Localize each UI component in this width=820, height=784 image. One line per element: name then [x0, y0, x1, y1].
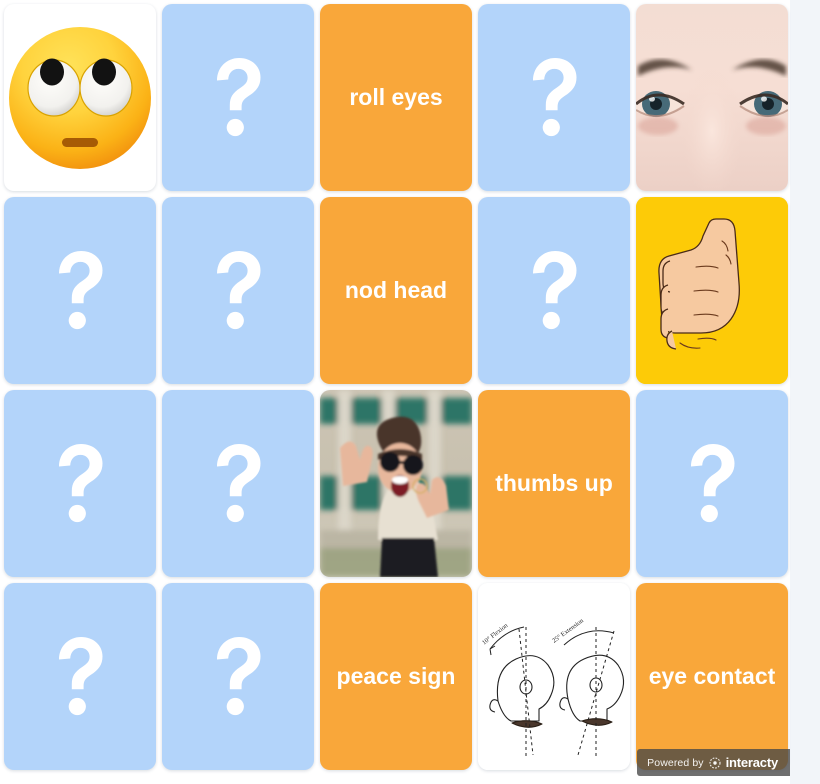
memory-card-c13[interactable] [320, 390, 472, 577]
memory-card-c19[interactable]: 10° Flexion 25° Extension [478, 583, 630, 770]
question-mark-icon [162, 4, 314, 191]
peace-sign-woman-photo [320, 390, 472, 577]
question-mark-icon [162, 197, 314, 384]
question-mark-icon [4, 197, 156, 384]
memory-card-c18[interactable]: peace sign [320, 583, 472, 770]
memory-card-c17[interactable] [162, 583, 314, 770]
rolling-eyes-emoji [9, 27, 151, 169]
game-board: roll eyes nod head thumbs up peace sign 10° … [0, 0, 790, 784]
question-mark-icon [162, 390, 314, 577]
memory-card-label: thumbs up [495, 470, 613, 497]
memory-card-c6[interactable] [4, 197, 156, 384]
interacty-logo-icon [709, 756, 721, 769]
memory-card-c11[interactable] [4, 390, 156, 577]
memory-card-label: nod head [344, 277, 448, 304]
powered-by-badge[interactable]: Powered by interacty [637, 749, 790, 776]
memory-card-c9[interactable] [478, 197, 630, 384]
memory-card-c1[interactable] [4, 4, 156, 191]
memory-card-c10[interactable] [636, 197, 788, 384]
memory-card-c20[interactable]: eye contact [636, 583, 788, 770]
memory-card-c5[interactable] [636, 4, 788, 191]
memory-card-c7[interactable] [162, 197, 314, 384]
question-mark-icon [4, 390, 156, 577]
interacty-brand-label: interacty [725, 755, 779, 770]
memory-card-c14[interactable]: thumbs up [478, 390, 630, 577]
question-mark-icon [636, 390, 788, 577]
memory-card-c16[interactable] [4, 583, 156, 770]
thumbs-up-hand [636, 197, 788, 384]
head-flexion-extension-diagram: 10° Flexion 25° Extension [478, 583, 630, 770]
memory-card-c12[interactable] [162, 390, 314, 577]
question-mark-icon [478, 197, 630, 384]
memory-card-label: roll eyes [349, 84, 443, 111]
question-mark-icon [4, 583, 156, 770]
question-mark-icon [478, 4, 630, 191]
memory-card-c4[interactable] [478, 4, 630, 191]
memory-card-c3[interactable]: roll eyes [320, 4, 472, 191]
memory-card-label: eye contact [648, 663, 776, 690]
memory-card-grid: roll eyes nod head thumbs up peace sign 10° … [4, 4, 788, 770]
memory-card-c8[interactable]: nod head [320, 197, 472, 384]
memory-card-c2[interactable] [162, 4, 314, 191]
memory-card-label: peace sign [336, 663, 456, 690]
question-mark-icon [162, 583, 314, 770]
memory-card-c15[interactable] [636, 390, 788, 577]
powered-by-label: Powered by [647, 756, 704, 769]
eyes-closeup-photo [636, 4, 788, 191]
